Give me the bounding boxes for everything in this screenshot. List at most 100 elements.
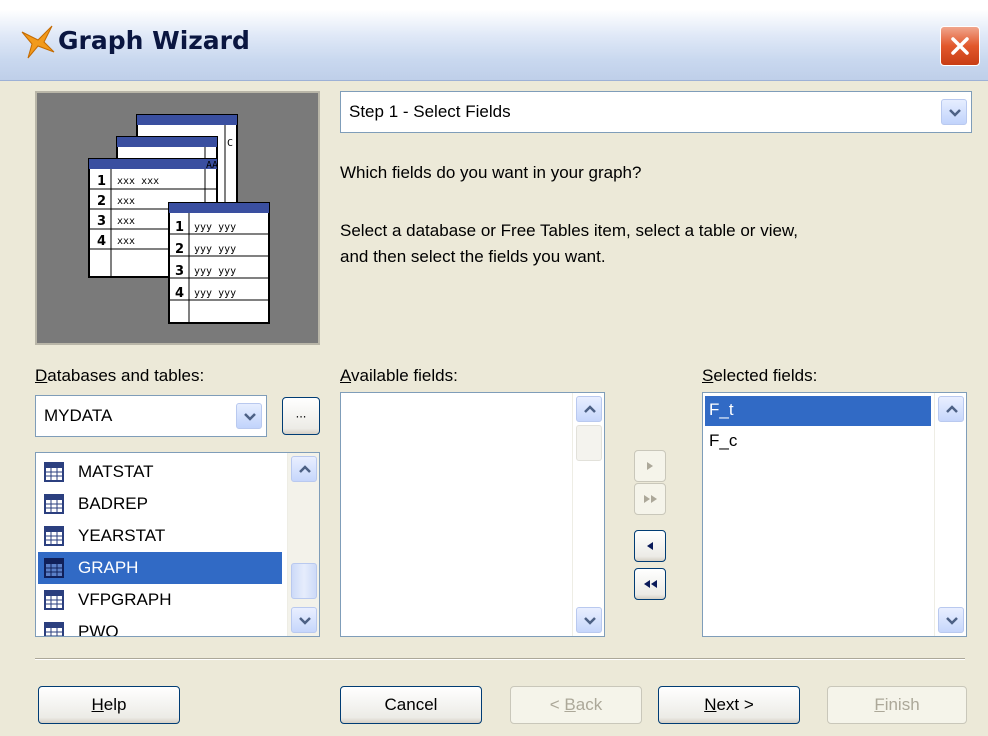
double-arrow-right-icon <box>644 495 657 503</box>
scroll-down-button[interactable] <box>576 607 602 633</box>
table-icon <box>44 590 64 610</box>
cancel-button[interactable]: Cancel <box>340 686 482 724</box>
finish-button[interactable]: Finish <box>827 686 967 724</box>
close-icon <box>951 37 969 55</box>
front-row-1: 1 <box>175 220 184 235</box>
browse-database-label: ... <box>295 405 307 421</box>
next-accesskey: N <box>704 695 717 714</box>
graph-wizard-window: Graph Wizard 1 2 3 4 1 2 3 4 xxx xxx xxx… <box>0 0 988 736</box>
back-label-text: ack <box>575 695 603 714</box>
chevron-up-icon <box>299 465 311 473</box>
scroll-down-button[interactable] <box>291 607 317 633</box>
back-button-label: < Back <box>511 695 641 715</box>
front-cell-1: yyy yyy <box>194 222 236 233</box>
scroll-up-button[interactable] <box>291 456 317 482</box>
scroll-down-button[interactable] <box>938 607 964 633</box>
scroll-thumb[interactable] <box>576 425 602 461</box>
table-item-vfpgraph[interactable]: VFPGRAPH <box>38 584 282 616</box>
table-item-graph[interactable]: GRAPH <box>38 552 282 584</box>
help-button-label: Help <box>39 695 179 715</box>
cancel-button-label: Cancel <box>384 695 438 714</box>
available-fields-accesskey: A <box>340 366 352 385</box>
arrow-right-icon <box>647 462 653 470</box>
front-cell-2: yyy yyy <box>194 244 236 255</box>
browse-database-button[interactable]: ... <box>282 397 320 435</box>
table-item-matstat[interactable]: MATSTAT <box>38 456 282 488</box>
graph-wizard-icon <box>21 25 55 59</box>
database-dropdown[interactable]: MYDATA <box>35 395 267 437</box>
front-row-3: 3 <box>175 264 184 279</box>
chevron-down-icon <box>244 413 256 421</box>
database-dropdown-value: MYDATA <box>44 406 113 425</box>
selected-fields-accesskey: S <box>702 366 714 385</box>
chevron-up-icon <box>584 405 596 413</box>
step-dropdown-button[interactable] <box>941 99 967 125</box>
available-fields-scrollbar[interactable] <box>572 393 604 636</box>
chevron-down-icon <box>946 617 958 625</box>
front-row-2: 2 <box>175 242 184 257</box>
help-accesskey: H <box>91 695 104 714</box>
remove-all-fields-button[interactable] <box>634 568 666 600</box>
table-icon <box>44 462 64 482</box>
edge-c: C <box>227 138 233 149</box>
front-row-4: 4 <box>175 286 184 301</box>
scroll-thumb[interactable] <box>291 563 317 599</box>
scroll-up-button[interactable] <box>938 396 964 422</box>
selected-field-label: F_c <box>709 431 738 450</box>
selected-field-item[interactable]: F_c <box>705 427 931 457</box>
table-item-label: BADREP <box>78 494 148 513</box>
instruction-detail-line2: and then select the fields you want. <box>340 247 606 266</box>
table-item-label: YEARSTAT <box>78 526 166 545</box>
step-dropdown[interactable]: Step 1 - Select Fields <box>340 91 972 133</box>
selected-fields-label-text: elected fields: <box>713 366 818 385</box>
table-item-label: MATSTAT <box>78 462 154 481</box>
remove-field-button[interactable] <box>634 530 666 562</box>
table-item-yearstat[interactable]: YEARSTAT <box>38 520 282 552</box>
available-fields-list[interactable] <box>340 392 605 637</box>
double-arrow-left-icon <box>644 580 657 588</box>
title-bar[interactable]: Graph Wizard <box>0 0 988 81</box>
database-dropdown-button[interactable] <box>236 403 262 429</box>
back-row-2: 2 <box>97 194 106 209</box>
add-all-fields-button[interactable] <box>634 483 666 515</box>
arrow-left-icon <box>647 542 653 550</box>
table-item-label: PWQ <box>78 622 119 637</box>
step-dropdown-value: Step 1 - Select Fields <box>349 102 511 121</box>
next-label-text: ext > <box>716 695 754 714</box>
finish-accesskey: F <box>874 695 885 714</box>
help-button[interactable]: Help <box>38 686 180 724</box>
back-row-4: 4 <box>97 234 106 249</box>
window-title: Graph Wizard <box>58 26 250 55</box>
next-button-label: Next > <box>659 695 799 715</box>
stacked-tables-illustration: 1 2 3 4 1 2 3 4 xxx xxx xxx xxx xxx yyy … <box>88 114 270 324</box>
selected-field-label: F_t <box>709 400 734 419</box>
table-item-badrep[interactable]: BADREP <box>38 488 282 520</box>
available-fields-label-text: vailable fields: <box>351 366 458 385</box>
front-cell-3: yyy yyy <box>194 266 236 277</box>
chevron-down-icon <box>584 617 596 625</box>
databases-label-accesskey: D <box>35 366 48 385</box>
selected-field-item[interactable]: F_t <box>705 396 931 426</box>
chevron-down-icon <box>949 109 961 117</box>
table-icon <box>44 494 64 514</box>
scroll-up-button[interactable] <box>576 396 602 422</box>
edge-aa: AA <box>206 160 218 171</box>
chevron-up-icon <box>946 405 958 413</box>
wizard-preview-image: 1 2 3 4 1 2 3 4 xxx xxx xxx xxx xxx yyy … <box>35 91 320 345</box>
table-item-label: VFPGRAPH <box>78 590 172 609</box>
table-icon <box>44 558 64 578</box>
back-button[interactable]: < Back <box>510 686 642 724</box>
tables-scrollbar[interactable] <box>287 453 319 636</box>
table-item-pwq[interactable]: PWQ <box>38 616 282 637</box>
next-button[interactable]: Next > <box>658 686 800 724</box>
instruction-question: Which fields do you want in your graph? <box>340 163 642 182</box>
front-cell-4: yyy yyy <box>194 288 236 299</box>
available-fields-label: Available fields: <box>340 366 458 386</box>
selected-fields-list[interactable]: F_t F_c <box>702 392 967 637</box>
chevron-down-icon <box>299 617 311 625</box>
add-field-button[interactable] <box>634 450 666 482</box>
selected-fields-scrollbar[interactable] <box>934 393 966 636</box>
close-button[interactable] <box>940 26 980 66</box>
tables-list[interactable]: MATSTAT BADREP YEARSTAT GRAPH VFPGRAPH P… <box>35 452 320 637</box>
footer-divider <box>35 658 965 660</box>
